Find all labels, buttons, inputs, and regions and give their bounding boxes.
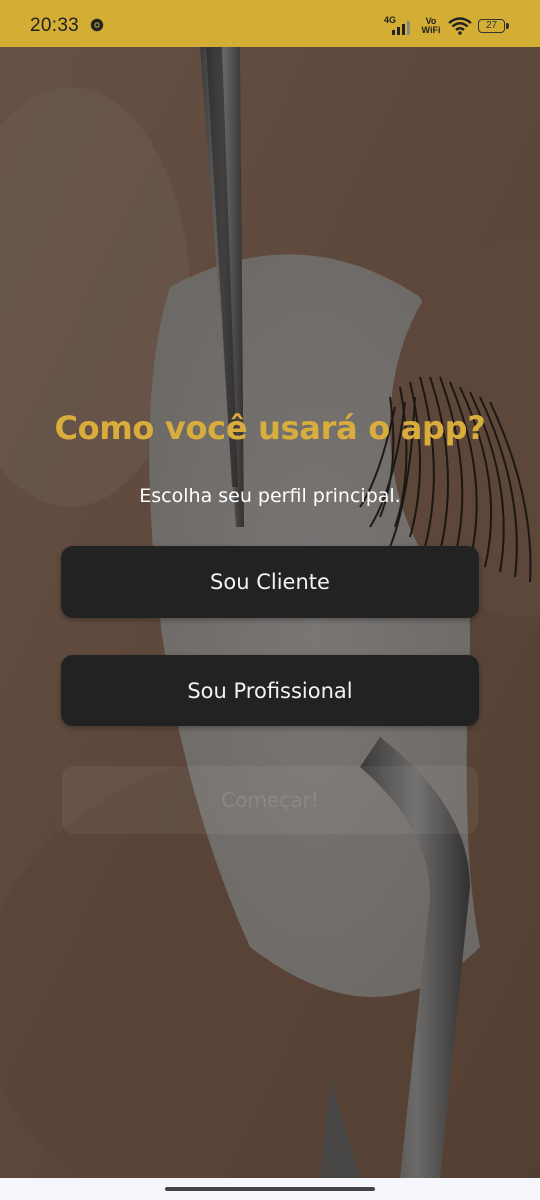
start-button[interactable]: Começar! [62, 766, 478, 834]
status-time: 20:33 [30, 15, 80, 36]
page-title: Como você usará o app? [54, 409, 486, 447]
professional-profile-button[interactable]: Sou Profissional [61, 655, 479, 726]
battery-level: 27 [478, 19, 505, 33]
client-profile-label: Sou Cliente [210, 570, 330, 594]
status-bar: 20:33 4G Vo WiFi 27 [0, 0, 540, 47]
start-button-label: Começar! [221, 788, 319, 812]
wifi-icon [448, 17, 472, 35]
screen: 20:33 4G Vo WiFi 27 Como você usará o ap… [0, 0, 540, 1200]
battery-icon: 27 [478, 18, 510, 34]
chrome-icon [90, 18, 104, 32]
status-icons: 4G Vo WiFi 27 [384, 14, 510, 38]
page-subtitle: Escolha seu perfil principal. [139, 485, 401, 507]
professional-profile-label: Sou Profissional [187, 678, 353, 703]
navigation-bar [0, 1178, 540, 1200]
home-indicator[interactable] [165, 1187, 375, 1191]
client-profile-button[interactable]: Sou Cliente [61, 546, 479, 618]
vowifi-indicator: Vo WiFi [420, 17, 442, 35]
profile-selection: Como você usará o app? Escolha seu perfi… [0, 47, 540, 1178]
signal-bars-icon: 4G [384, 15, 414, 37]
vowifi-line2: WiFi [421, 25, 441, 35]
